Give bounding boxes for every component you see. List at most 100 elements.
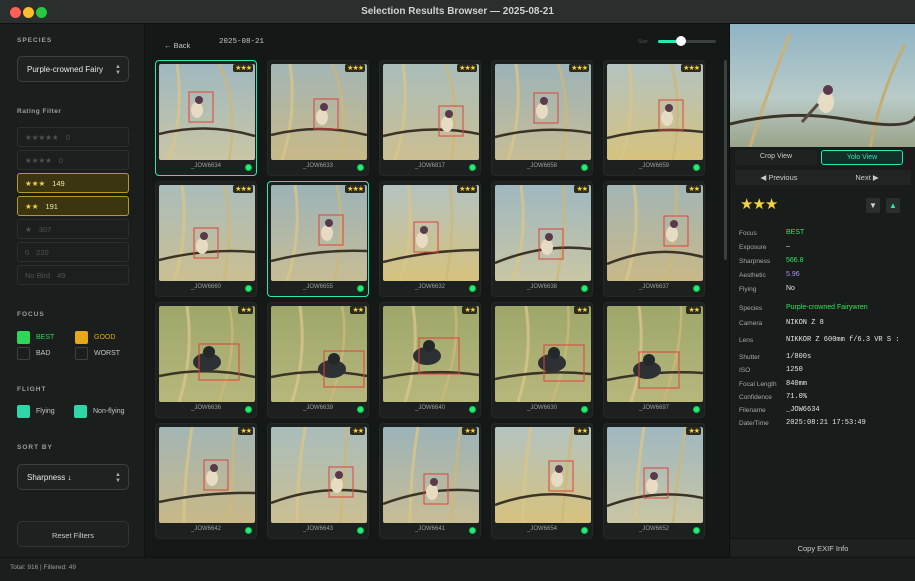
photo-rating-badge: ★★ [462, 306, 477, 314]
photo-thumbnail [383, 306, 479, 402]
photo-card[interactable]: ★★★ _JOW6659 [603, 60, 705, 176]
photo-thumbnail [383, 185, 479, 281]
focus-label-3: WORST [94, 350, 121, 357]
focus-checkbox-1[interactable] [75, 331, 88, 344]
sort-value: Sharpness ↓ [27, 473, 72, 482]
exif-value: 840mm [786, 380, 808, 388]
exif-value: NIKON Z 8 [786, 319, 824, 327]
detail-panel: Crop View Yolo View ◀ Previous Next ▶ ★★… [729, 24, 915, 557]
flight-checkbox-1[interactable] [74, 405, 87, 418]
crop-view-button[interactable]: Crop View [735, 150, 817, 165]
photo-thumbnail [271, 306, 367, 402]
window-title: Selection Results Browser — 2025-08-21 [361, 6, 554, 17]
photo-filename: _JOW6654 [526, 526, 557, 532]
photo-thumbnail [383, 427, 479, 523]
photo-card[interactable]: ★★ _JOW6637 [603, 181, 705, 297]
exif-key: Sharpness [739, 258, 771, 265]
sort-dropdown[interactable]: Sharpness ↓ ▲ ▼ [17, 464, 129, 490]
photo-rating-badge: ★★★ [569, 64, 589, 72]
photo-card[interactable]: ★★ _JOW6630 [491, 302, 593, 418]
previous-button[interactable]: ◀ Previous [735, 170, 823, 185]
photo-card[interactable]: ★★ _JOW6652 [603, 423, 705, 539]
rating-filter-label: Rating Filter [17, 108, 62, 115]
photo-thumbnail [159, 64, 255, 160]
date-label: 2025-08-21 [219, 38, 265, 46]
focus-checkbox-2[interactable] [17, 347, 30, 360]
flight-label: FLIGHT [17, 386, 47, 393]
exif-key: Date/Time [739, 420, 769, 427]
photo-rating-badge: ★★★ [233, 185, 253, 193]
next-button[interactable]: Next ▶ [823, 170, 911, 185]
rating-filter-stars: 0 [25, 248, 30, 257]
photo-filename: _JOW6642 [190, 526, 221, 532]
photo-filename: _JOW6639 [302, 405, 333, 411]
photo-thumbnail [271, 64, 367, 160]
photo-rating-badge: ★★ [238, 306, 253, 314]
thumbnail-size-slider[interactable] [658, 36, 716, 46]
yolo-view-button[interactable]: Yolo View [821, 150, 903, 165]
exif-key: Aesthetic [739, 272, 766, 279]
photo-filename: _JOW6634 [190, 163, 221, 169]
photo-card[interactable]: ★★ _JOW6643 [267, 423, 369, 539]
photo-card[interactable]: ★★ _JOW6641 [379, 423, 481, 539]
exif-value: 2025:08:21 17:53:49 [786, 419, 866, 427]
rating-filter-2[interactable]: ★★★ 149 [17, 173, 129, 193]
species-dropdown[interactable]: Purple-crowned Fairy ▲ ▼ [17, 56, 129, 82]
status-bar: Total: 916 | Filtered: 49 [0, 557, 915, 581]
photo-filename: _JOW6641 [414, 526, 445, 532]
photo-card[interactable]: ★★★ _JOW6658 [491, 60, 593, 176]
rating-filter-count: 0 [65, 133, 70, 142]
photo-card[interactable]: ★★ _JOW6642 [155, 423, 257, 539]
photo-card[interactable]: ★★ _JOW6640 [379, 302, 481, 418]
copy-exif-button[interactable]: Copy EXIF Info [730, 538, 915, 557]
photo-card[interactable]: ★★★ _JOW6817 [379, 60, 481, 176]
photo-thumbnail [159, 306, 255, 402]
dropdown-arrow-icon: ▲ ▼ [115, 472, 121, 484]
photo-card[interactable]: ★★ _JOW6697 [603, 302, 705, 418]
photo-filename: _JOW6697 [638, 405, 669, 411]
photo-filename: _JOW6640 [414, 405, 445, 411]
photo-card[interactable]: ★★★ _JOW6632 [379, 181, 481, 297]
photo-rating-badge: ★★★ [457, 64, 477, 72]
flight-checkbox-0[interactable] [17, 405, 30, 418]
back-button[interactable]: ← Back [164, 41, 190, 50]
exif-key: Lens [739, 337, 754, 344]
exif-key: Exposure [739, 244, 767, 251]
rating-filter-5[interactable]: 0 220 [17, 242, 129, 262]
rating-up-button[interactable]: ▲ [886, 198, 900, 213]
photo-card[interactable]: ★★★ _JOW6633 [267, 60, 369, 176]
photo-filename: _JOW6632 [414, 284, 445, 290]
rating-filter-6[interactable]: No Bird 49 [17, 265, 129, 285]
photo-rating-badge: ★★ [574, 185, 589, 193]
grid-scrollbar[interactable] [724, 60, 727, 260]
photo-rating-badge: ★★ [686, 306, 701, 314]
photo-filename: _JOW6659 [638, 163, 669, 169]
rating-filter-count: 191 [45, 202, 58, 211]
exif-value: NIKKOR Z 600mm f/6.3 VR S : [786, 336, 900, 344]
rating-filter-0[interactable]: ★★★★★ 0 [17, 127, 129, 147]
photo-rating-badge: ★★★ [233, 64, 253, 72]
results-panel: ← Back 2025-08-21 Size ★★★ _JOW6634 ★★★ _JO… [146, 24, 728, 557]
slider-knob[interactable] [676, 36, 687, 46]
photo-card[interactable]: ★★ _JOW6654 [491, 423, 593, 539]
photo-card[interactable]: ★★ _JOW6639 [267, 302, 369, 418]
photo-thumbnail [495, 427, 591, 523]
focus-checkbox-0[interactable] [17, 331, 30, 344]
rating-filter-stars: No Bird [25, 271, 51, 280]
rating-filter-stars: ★★★★★ [25, 133, 59, 142]
reset-filters-button[interactable]: Reset Filters [17, 521, 129, 547]
photo-rating-badge: ★★★ [457, 185, 477, 193]
photo-card[interactable]: ★★★ _JOW6660 [155, 181, 257, 297]
photo-card[interactable]: ★★ _JOW6638 [491, 181, 593, 297]
photo-card[interactable]: ★★ _JOW6636 [155, 302, 257, 418]
species-value: Purple-crowned Fairy [27, 65, 104, 74]
rating-down-button[interactable]: ▼ [866, 198, 880, 213]
rating-filter-1[interactable]: ★★★★ 0 [17, 150, 129, 170]
exif-value: 1/800s [786, 353, 812, 361]
rating-filter-4[interactable]: ★ 307 [17, 219, 129, 239]
rating-filter-3[interactable]: ★★ 191 [17, 196, 129, 216]
photo-rating-badge: ★★★ [681, 64, 701, 72]
photo-card[interactable]: ★★★ _JOW6634 [155, 60, 257, 176]
focus-checkbox-3[interactable] [75, 347, 88, 360]
photo-card[interactable]: ★★★ _JOW6655 [267, 181, 369, 297]
